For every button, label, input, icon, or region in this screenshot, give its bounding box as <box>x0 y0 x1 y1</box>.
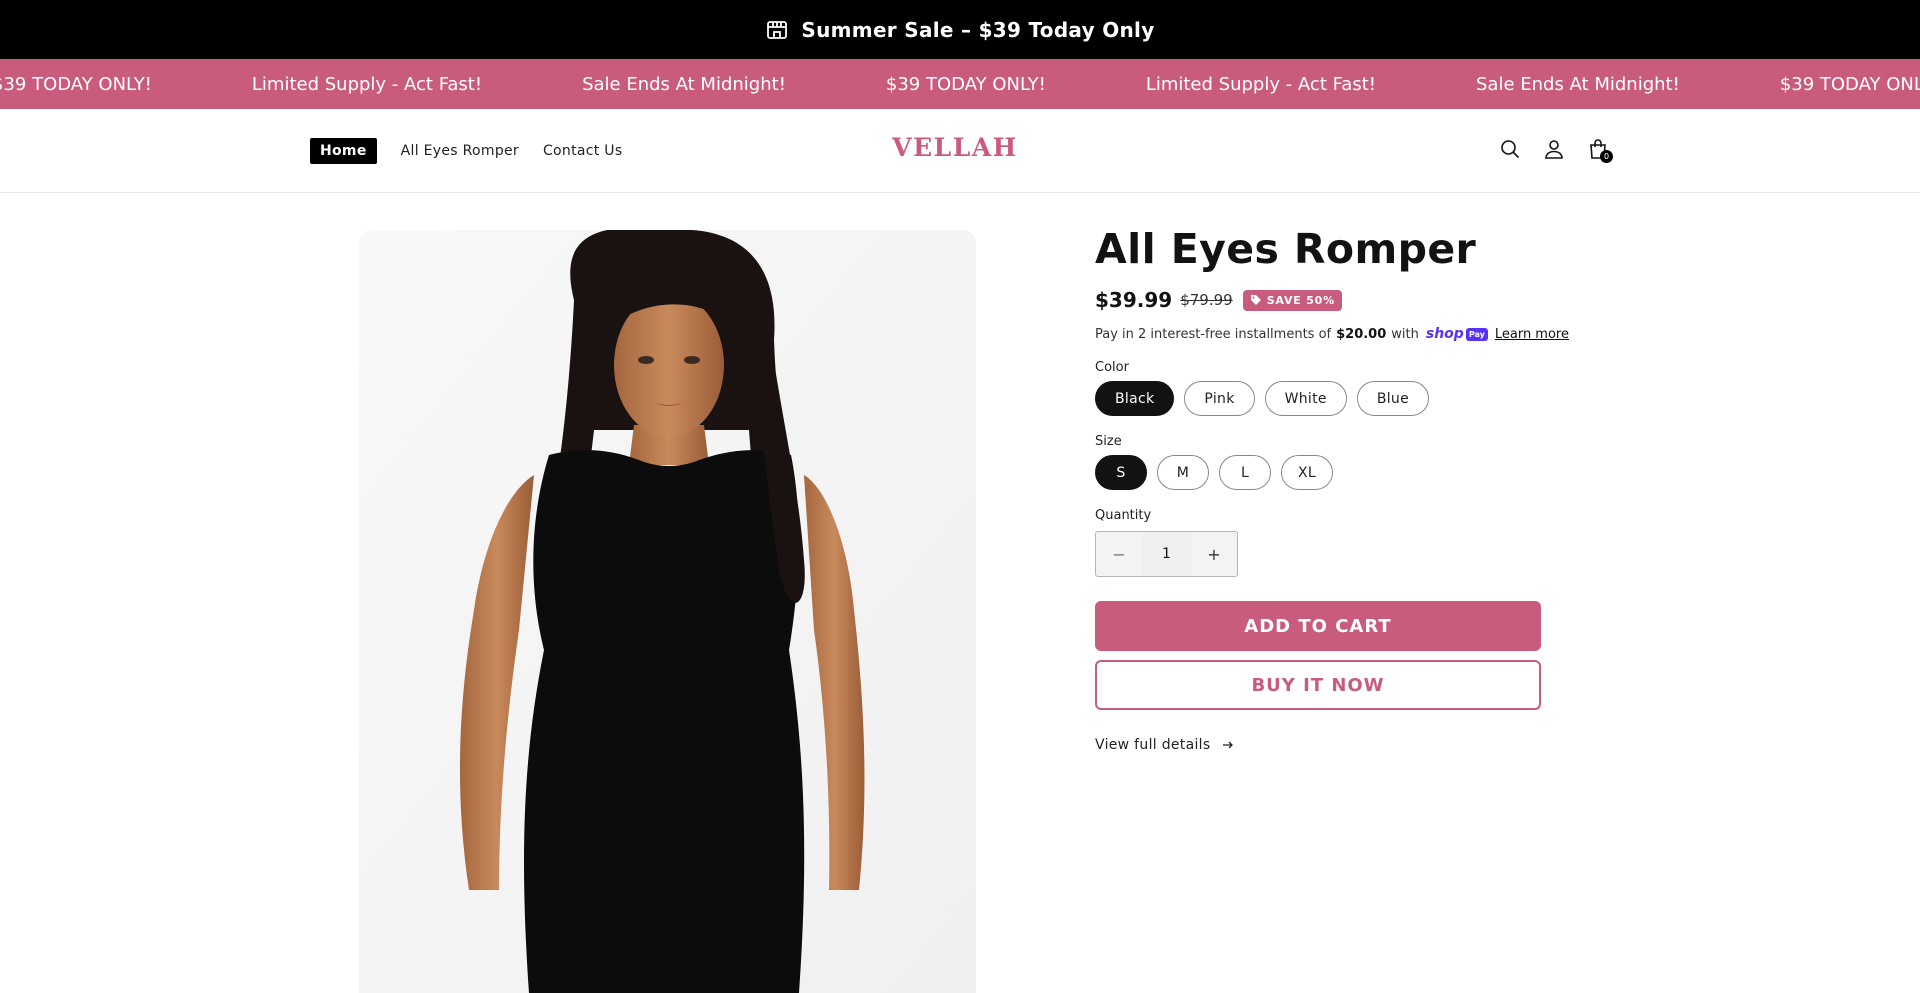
cart-count-badge: 0 <box>1600 150 1613 163</box>
save-badge-label: SAVE 50% <box>1266 293 1335 307</box>
announcement-text: Summer Sale – $39 Today Only <box>801 17 1155 42</box>
view-full-details-link[interactable]: View full details <box>1095 737 1540 753</box>
size-options: S M L XL <box>1095 455 1540 491</box>
learn-more-link[interactable]: Learn more <box>1495 327 1569 342</box>
main-nav: Home All Eyes Romper Contact Us <box>310 138 622 164</box>
marquee-item: $39 TODAY ONLY! <box>0 73 152 95</box>
quantity-label: Quantity <box>1095 508 1152 524</box>
size-option-m[interactable]: M <box>1157 455 1209 491</box>
installments-amount: $20.00 <box>1336 326 1387 342</box>
quantity-decrease-button[interactable]: − <box>1096 532 1142 576</box>
shop-pay-logo: shop Pay <box>1426 326 1488 342</box>
product-info: All Eyes Romper $39.99 $79.99 SAVE 50% P… <box>1095 225 1569 753</box>
color-options: Black Pink White Blue <box>1095 381 1540 417</box>
site-header: Home All Eyes Romper Contact Us VELLAH 0 <box>0 109 1920 193</box>
view-full-details-label: View full details <box>1095 737 1211 754</box>
quantity-increase-button[interactable]: + <box>1191 532 1237 576</box>
color-option-pink[interactable]: Pink <box>1184 381 1255 417</box>
color-option-blue[interactable]: Blue <box>1356 381 1430 417</box>
announcement-bar: Summer Sale – $39 Today Only <box>0 0 1920 59</box>
regular-price: $79.99 <box>1180 291 1233 310</box>
site-logo[interactable]: VELLAH <box>880 133 1030 162</box>
nav-all-eyes-romper[interactable]: All Eyes Romper <box>401 143 519 159</box>
nav-home[interactable]: Home <box>310 138 377 164</box>
search-icon[interactable] <box>1498 137 1522 161</box>
marquee-item: Sale Ends At Midnight! <box>582 73 786 95</box>
price-row: $39.99 $79.99 SAVE 50% <box>1095 288 1540 312</box>
add-to-cart-button[interactable]: ADD TO CART <box>1095 601 1541 652</box>
tag-icon <box>1250 295 1261 306</box>
account-icon[interactable] <box>1542 137 1566 161</box>
color-option-white[interactable]: White <box>1264 381 1347 417</box>
marquee-item: $39 TODAY ONLY! <box>1779 73 1920 95</box>
quantity-stepper: − 1 + <box>1095 531 1238 578</box>
arrow-right-icon <box>1223 741 1234 749</box>
installments-with: with <box>1391 326 1419 342</box>
marquee-item: Limited Supply - Act Fast! <box>251 73 483 95</box>
size-option-xl[interactable]: XL <box>1281 455 1333 491</box>
marquee-item: $39 TODAY ONLY! <box>885 73 1046 95</box>
installments-message: Pay in 2 interest-free installments of $… <box>1095 326 1569 342</box>
shop-pay-brand: shop <box>1425 326 1464 343</box>
shop-pay-badge: Pay <box>1465 327 1488 341</box>
sale-price: $39.99 <box>1095 288 1173 313</box>
marquee-item: Sale Ends At Midnight! <box>1476 73 1680 95</box>
store-icon <box>767 20 788 39</box>
marquee-item: Limited Supply - Act Fast! <box>1145 73 1376 95</box>
installments-prefix: Pay in 2 interest-free installments of <box>1095 326 1332 342</box>
buy-it-now-button[interactable]: BUY IT NOW <box>1095 660 1541 711</box>
product-title: All Eyes Romper <box>1095 225 1477 273</box>
save-badge: SAVE 50% <box>1242 289 1342 311</box>
color-option-black[interactable]: Black <box>1095 381 1175 417</box>
color-label: Color <box>1095 360 1129 376</box>
product-image[interactable] <box>359 230 976 993</box>
quantity-input[interactable]: 1 <box>1142 532 1191 577</box>
size-option-s[interactable]: S <box>1095 455 1147 491</box>
promo-marquee: $39 TODAY ONLY! Limited Supply - Act Fas… <box>0 59 1920 109</box>
header-icons: 0 <box>1498 137 1613 163</box>
nav-contact-us[interactable]: Contact Us <box>543 143 622 159</box>
size-option-l[interactable]: L <box>1219 455 1271 491</box>
size-label: Size <box>1095 434 1122 450</box>
cart-icon[interactable]: 0 <box>1586 137 1613 163</box>
